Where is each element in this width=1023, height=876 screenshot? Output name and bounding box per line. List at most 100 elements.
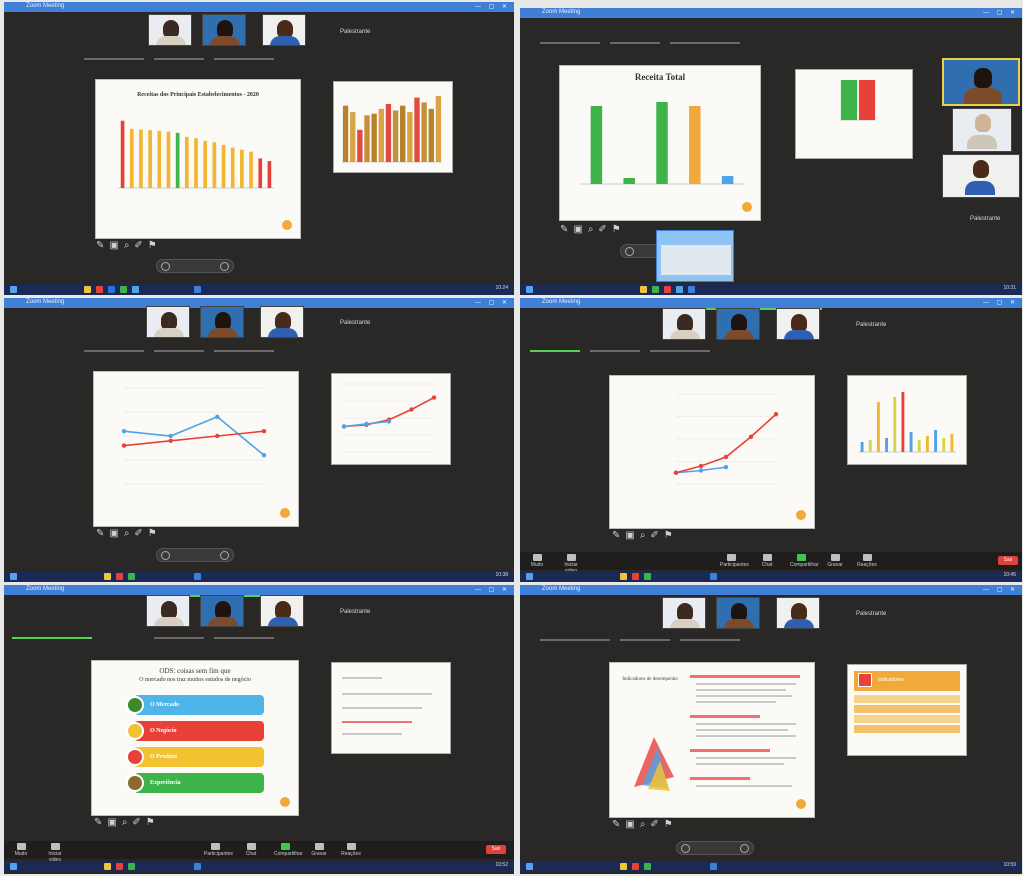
zoom-icon[interactable]: [688, 286, 695, 293]
edit-handle-icon[interactable]: [742, 202, 752, 212]
start-icon[interactable]: [10, 863, 17, 870]
edit-handle-icon[interactable]: [280, 797, 290, 807]
annotation-tools[interactable]: ✎▣⌕✐⚑: [94, 817, 160, 828]
participant-video[interactable]: [942, 154, 1020, 198]
slide-navigator[interactable]: [676, 841, 754, 855]
thumbnail-slide[interactable]: [332, 663, 450, 753]
window-controls[interactable]: — ▢ ✕: [475, 586, 510, 593]
participant-video[interactable]: [202, 14, 246, 46]
app-icon[interactable]: [644, 573, 651, 580]
annotation-tools[interactable]: ✎▣⌕✐⚑: [612, 819, 678, 830]
participant-video[interactable]: [260, 306, 304, 338]
start-icon[interactable]: [10, 573, 17, 580]
participants-button[interactable]: Participantes: [204, 843, 233, 857]
video-button[interactable]: Iniciar vídeo: [44, 843, 66, 863]
slide-navigator[interactable]: [156, 259, 234, 273]
prev-icon[interactable]: [161, 262, 170, 271]
end-button[interactable]: Sair: [486, 845, 506, 854]
annotation-tools[interactable]: ✎▣⌕✐⚑: [96, 240, 162, 251]
participant-video[interactable]: [662, 308, 706, 340]
participant-video[interactable]: [776, 308, 820, 340]
app-icon[interactable]: [632, 573, 639, 580]
app-icon[interactable]: [104, 573, 111, 580]
start-icon[interactable]: [10, 286, 17, 293]
screen-share-popup[interactable]: [656, 230, 734, 282]
start-icon[interactable]: [526, 863, 533, 870]
window-controls[interactable]: — ▢ ✕: [983, 299, 1018, 306]
thumbnail-slide[interactable]: [796, 70, 912, 158]
participant-video[interactable]: [942, 58, 1020, 106]
app-icon[interactable]: [116, 863, 123, 870]
start-icon[interactable]: [526, 573, 533, 580]
app-icon[interactable]: [644, 863, 651, 870]
zoom-icon[interactable]: [710, 573, 717, 580]
participant-video[interactable]: [716, 308, 760, 340]
share-button[interactable]: Compartilhar: [790, 554, 819, 568]
edit-handle-icon[interactable]: [796, 799, 806, 809]
app-icon[interactable]: [632, 863, 639, 870]
app-icon[interactable]: [676, 286, 683, 293]
prev-icon[interactable]: [161, 551, 170, 560]
thumbnail-slide[interactable]: [332, 374, 450, 464]
slide-navigator[interactable]: [156, 548, 234, 562]
app-icon[interactable]: [652, 286, 659, 293]
participant-video[interactable]: [952, 108, 1012, 152]
zoom-icon[interactable]: [710, 863, 717, 870]
app-icon[interactable]: [96, 286, 103, 293]
participant-video[interactable]: [148, 14, 192, 46]
participant-video[interactable]: [200, 595, 244, 627]
thumbnail-slide[interactable]: [848, 376, 966, 464]
start-icon[interactable]: [526, 286, 533, 293]
thumbnail-slide[interactable]: Indicadores: [848, 665, 966, 755]
participant-video[interactable]: [262, 14, 306, 46]
next-icon[interactable]: [220, 262, 229, 271]
reactions-button[interactable]: Reações: [340, 843, 362, 857]
app-icon[interactable]: [116, 573, 123, 580]
app-icon[interactable]: [104, 863, 111, 870]
app-icon[interactable]: [620, 573, 627, 580]
participant-video[interactable]: [260, 595, 304, 627]
app-icon[interactable]: [640, 286, 647, 293]
participant-video[interactable]: [662, 597, 706, 629]
prev-icon[interactable]: [681, 844, 690, 853]
app-icon[interactable]: [128, 573, 135, 580]
participant-video[interactable]: [716, 597, 760, 629]
record-button[interactable]: Gravar: [824, 554, 846, 568]
window-controls[interactable]: — ▢ ✕: [983, 586, 1018, 593]
share-button[interactable]: Compartilhar: [274, 843, 303, 857]
zoom-icon[interactable]: [194, 573, 201, 580]
window-controls[interactable]: — ▢ ✕: [475, 3, 510, 10]
app-icon[interactable]: [664, 286, 671, 293]
annotation-tools[interactable]: ✎▣⌕✐⚑: [96, 528, 162, 539]
app-icon[interactable]: [620, 863, 627, 870]
participant-video[interactable]: [146, 595, 190, 627]
mute-button[interactable]: Mudo: [526, 554, 548, 568]
app-icon[interactable]: [128, 863, 135, 870]
next-icon[interactable]: [220, 551, 229, 560]
zoom-icon[interactable]: [194, 286, 201, 293]
end-button[interactable]: Sair: [998, 556, 1018, 565]
app-icon[interactable]: [108, 286, 115, 293]
app-icon[interactable]: [84, 286, 91, 293]
participant-video[interactable]: [200, 306, 244, 338]
reactions-button[interactable]: Reações: [856, 554, 878, 568]
edit-handle-icon[interactable]: [282, 220, 292, 230]
annotation-tools[interactable]: ✎▣⌕✐⚑: [612, 530, 678, 541]
record-button[interactable]: Gravar: [308, 843, 330, 857]
mute-button[interactable]: Mudo: [10, 843, 32, 857]
participant-video[interactable]: [776, 597, 820, 629]
edit-handle-icon[interactable]: [280, 508, 290, 518]
thumbnail-slide[interactable]: [334, 82, 452, 172]
app-icon[interactable]: [120, 286, 127, 293]
edit-handle-icon[interactable]: [796, 510, 806, 520]
chat-button[interactable]: Chat: [756, 554, 778, 568]
window-controls[interactable]: — ▢ ✕: [983, 9, 1018, 16]
prev-icon[interactable]: [625, 247, 634, 256]
zoom-icon[interactable]: [194, 863, 201, 870]
chat-button[interactable]: Chat: [240, 843, 262, 857]
app-icon[interactable]: [132, 286, 139, 293]
participants-button[interactable]: Participantes: [720, 554, 749, 568]
window-controls[interactable]: — ▢ ✕: [475, 299, 510, 306]
participant-video[interactable]: [146, 306, 190, 338]
next-icon[interactable]: [740, 844, 749, 853]
